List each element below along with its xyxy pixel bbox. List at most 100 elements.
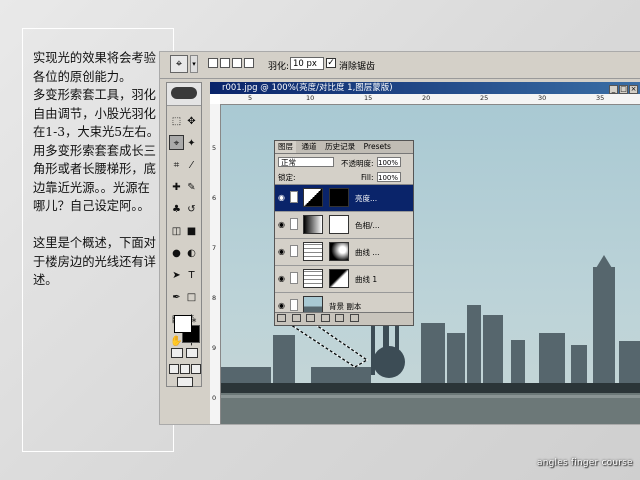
layer-mask-thumbnail[interactable] <box>329 188 349 207</box>
tool-preset-dropdown[interactable]: ▾ <box>190 55 198 73</box>
tab-layers[interactable]: 图层 <box>275 141 296 153</box>
new-layer-icon[interactable] <box>335 314 345 322</box>
ruler-v-label: 0 <box>212 394 217 402</box>
path-select-icon[interactable]: ➤ <box>169 268 184 283</box>
healing-brush-icon[interactable]: ✚ <box>169 180 184 195</box>
standard-mode-icon[interactable] <box>171 348 183 358</box>
layer-link-icon[interactable] <box>290 272 298 284</box>
layers-panel-tabs: 图层 通道 历史记录 Presets <box>275 141 413 154</box>
feather-input[interactable]: 10 px <box>290 57 324 70</box>
ruler-h-label: 5 <box>248 94 253 102</box>
screen-mode-standard-icon[interactable] <box>169 364 179 374</box>
new-selection-icon[interactable] <box>208 58 218 68</box>
eye-icon[interactable]: ◉ <box>278 193 285 202</box>
brush-icon[interactable]: ✎ <box>184 180 199 195</box>
opacity-input[interactable]: 100% <box>377 157 401 167</box>
layer-name: 背景 副本 <box>329 302 362 311</box>
screen-mode-full-icon[interactable] <box>191 364 201 374</box>
crop-icon[interactable]: ⌗ <box>169 158 184 173</box>
eye-icon[interactable]: ◉ <box>278 247 285 256</box>
layer-name: 曲线 1 <box>355 275 378 284</box>
ruler-h-label: 15 <box>364 94 373 102</box>
layer-row[interactable]: ◉ 亮度... <box>275 185 413 212</box>
eraser-icon[interactable]: ◫ <box>169 224 184 239</box>
new-adjustment-layer-icon[interactable] <box>320 314 330 322</box>
antialias-label: 消除锯齿 <box>339 62 376 72</box>
slice-icon[interactable]: ⁄ <box>184 158 199 173</box>
document-title-bar[interactable]: r001.jpg @ 100%(亮度/对比度 1,图层蒙版) _ □ × <box>210 82 640 94</box>
window-controls: _ □ × <box>608 83 638 94</box>
adjustment-layer-thumbnail <box>303 188 323 207</box>
tab-channels[interactable]: 通道 <box>299 141 320 153</box>
dodge-icon[interactable]: ◐ <box>184 246 199 261</box>
blur-icon[interactable]: ● <box>169 246 184 261</box>
layer-row[interactable]: ◉ 曲线 ... <box>275 239 413 266</box>
opacity-label: 不透明度: <box>341 159 374 168</box>
layer-style-icon[interactable] <box>277 314 286 322</box>
document-title: r001.jpg @ 100%(亮度/对比度 1,图层蒙版) <box>222 83 393 93</box>
layer-row[interactable]: ◉ 色相/... <box>275 212 413 239</box>
ruler-h-label: 20 <box>422 94 431 102</box>
marquee-icon[interactable]: ⬚ <box>169 114 184 129</box>
adjustment-layer-thumbnail <box>303 242 323 261</box>
pen-icon[interactable]: ✒ <box>169 290 184 305</box>
subtract-selection-icon[interactable] <box>232 58 242 68</box>
layer-link-icon[interactable] <box>290 299 298 311</box>
layer-mask-thumbnail[interactable] <box>329 269 349 288</box>
jump-to-imageready-icon[interactable] <box>177 377 193 387</box>
eye-icon[interactable]: ◉ <box>278 220 285 229</box>
blend-mode-select[interactable]: 正常 <box>278 157 334 167</box>
gradient-icon[interactable]: ■ <box>184 224 199 239</box>
toolbox: ⬚✥ ⌖✦ ⌗⁄ ✚✎ ♣↺ ◫■ ●◐ ➤T ✒□ ▤⁂ ✋⚲ <box>166 82 202 387</box>
document-window: r001.jpg @ 100%(亮度/对比度 1,图层蒙版) _ □ × 5 10 … <box>210 82 640 424</box>
clone-stamp-icon[interactable]: ♣ <box>169 202 184 217</box>
feather-label: 羽化: <box>268 62 290 72</box>
tab-presets[interactable]: Presets <box>361 141 394 153</box>
layer-link-icon[interactable] <box>290 245 298 257</box>
layer-row[interactable]: ◉ 曲线 1 <box>275 266 413 293</box>
ruler-h-label: 35 <box>596 94 605 102</box>
text-icon[interactable]: T <box>184 268 199 283</box>
close-icon[interactable]: × <box>629 85 638 94</box>
trash-icon[interactable] <box>349 314 359 322</box>
lasso-icon[interactable]: ⌖ <box>169 135 184 150</box>
eye-icon[interactable]: ◉ <box>278 274 285 283</box>
add-selection-icon[interactable] <box>220 58 230 68</box>
ruler-h-label: 10 <box>306 94 315 102</box>
ruler-h-label: 30 <box>538 94 547 102</box>
ruler-v-label: 9 <box>212 344 217 352</box>
shape-icon[interactable]: □ <box>184 290 199 305</box>
screen-mode-full-menu-icon[interactable] <box>180 364 190 374</box>
layer-name: 色相/... <box>355 221 380 230</box>
new-set-icon[interactable] <box>306 314 316 322</box>
move-icon[interactable]: ✥ <box>184 114 199 129</box>
lock-label: 锁定: <box>278 173 296 182</box>
polygonal-lasso-tool-preset-icon[interactable]: ⌖ <box>170 55 188 73</box>
layer-link-icon[interactable] <box>290 191 298 203</box>
adjustment-layer-thumbnail <box>303 269 323 288</box>
fill-label: Fill: <box>361 173 374 182</box>
history-brush-icon[interactable]: ↺ <box>184 202 199 217</box>
layer-link-icon[interactable] <box>290 218 298 230</box>
ruler-v-label: 7 <box>212 244 217 252</box>
maximize-icon[interactable]: □ <box>619 85 628 94</box>
antialias-checkbox[interactable]: ✓ <box>326 58 336 68</box>
photoshop-feather-logo <box>171 87 197 99</box>
fill-input[interactable]: 100% <box>377 172 401 182</box>
intersect-selection-icon[interactable] <box>244 58 254 68</box>
magic-wand-icon[interactable]: ✦ <box>184 136 199 151</box>
layer-mask-thumbnail[interactable] <box>329 215 349 234</box>
layer-mask-thumbnail[interactable] <box>329 242 349 261</box>
adjustment-layer-thumbnail <box>303 215 323 234</box>
foreground-color-swatch[interactable] <box>174 315 192 333</box>
lock-fill-row: 锁定: Fill: 100% <box>275 170 413 185</box>
minimize-icon[interactable]: _ <box>609 85 618 94</box>
course-credit: angles finger course <box>537 458 633 468</box>
ruler-v-label: 5 <box>212 144 217 152</box>
tutorial-note-text: 实现光的效果将会考验各位的原创能力。 多变形索套工具，羽化自由调节，小股光羽化在… <box>33 51 160 287</box>
quick-mask-icon[interactable] <box>186 348 198 358</box>
tab-history[interactable]: 历史记录 <box>322 141 358 153</box>
layer-name: 亮度... <box>355 194 378 203</box>
eye-icon[interactable]: ◉ <box>278 301 285 310</box>
add-mask-icon[interactable] <box>291 314 301 322</box>
